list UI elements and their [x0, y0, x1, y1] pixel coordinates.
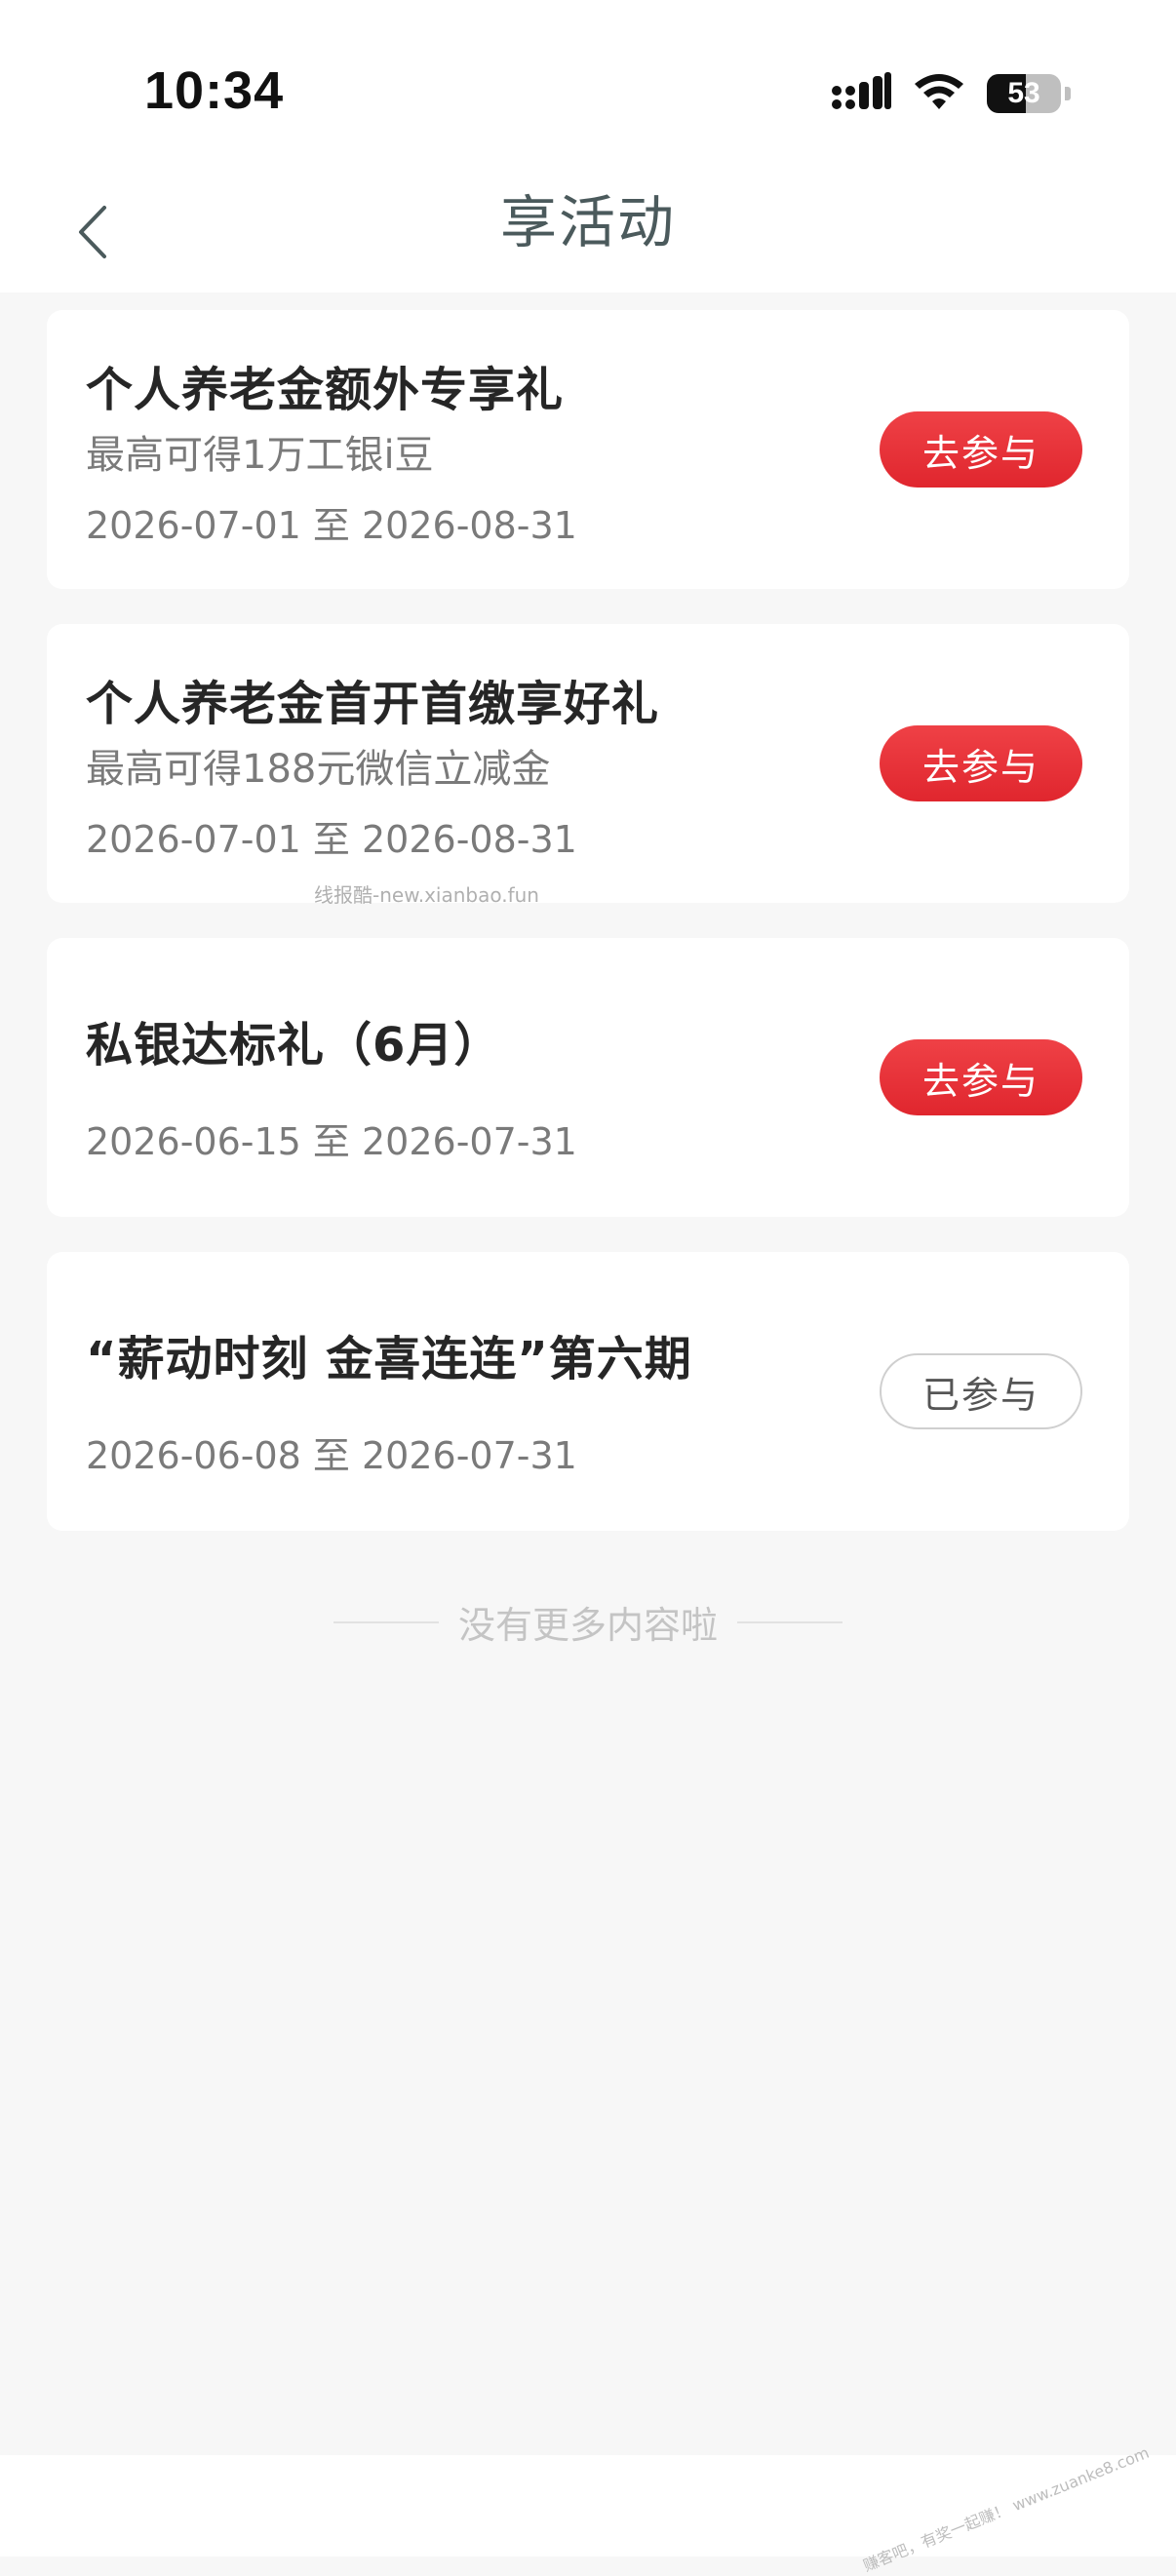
activity-title: 个人养老金首开首缴享好礼 [86, 677, 660, 731]
end-of-list-hint: 没有更多内容啦 [0, 1595, 1176, 1649]
page-title: 享活动 [499, 189, 676, 255]
activity-title: 私银达标礼（6月） [86, 1018, 502, 1073]
activity-title: “薪动时刻 金喜连连”第六期 [86, 1332, 692, 1386]
activity-date: 2026-06-08 至 2026-07-31 [86, 1434, 577, 1477]
activity-date: 2026-07-01 至 2026-08-31 [86, 504, 577, 547]
divider-line [333, 1620, 439, 1623]
status-time: 10:34 [144, 61, 285, 120]
join-button[interactable]: 去参与 [880, 1039, 1082, 1115]
wifi-icon [913, 72, 965, 115]
activity-card: 私银达标礼（6月） 2026-06-15 至 2026-07-31 去参与 [47, 938, 1129, 1217]
activity-card: “薪动时刻 金喜连连”第六期 2026-06-08 至 2026-07-31 已… [47, 1252, 1129, 1531]
signal-icon [831, 72, 891, 115]
battery-cap [1065, 87, 1071, 100]
divider-line [737, 1620, 843, 1623]
nav-bar: 享活动 [0, 176, 1176, 293]
status-icons: 53 [831, 72, 1071, 115]
activity-subtitle: 最高可得1万工银i豆 [86, 433, 434, 478]
battery-body: 53 [987, 74, 1061, 113]
join-button[interactable]: 去参与 [880, 725, 1082, 801]
activity-date: 2026-06-15 至 2026-07-31 [86, 1120, 577, 1163]
joined-button[interactable]: 已参与 [880, 1353, 1082, 1429]
activity-date: 2026-07-01 至 2026-08-31 [86, 818, 577, 861]
watermark-text: 线报酷-new.xianbao.fun [314, 883, 539, 907]
activity-list: 个人养老金额外专享礼 最高可得1万工银i豆 2026-07-01 至 2026-… [47, 310, 1129, 1566]
battery-percent: 53 [1007, 77, 1040, 109]
activity-card: 个人养老金额外专享礼 最高可得1万工银i豆 2026-07-01 至 2026-… [47, 310, 1129, 589]
end-of-list-text: 没有更多内容啦 [457, 1604, 718, 1647]
status-bar: 10:34 53 [0, 0, 1176, 176]
activity-card: 个人养老金首开首缴享好礼 最高可得188元微信立减金 2026-07-01 至 … [47, 624, 1129, 903]
activity-title: 个人养老金额外专享礼 [86, 363, 565, 417]
battery-icon: 53 [987, 74, 1071, 113]
join-button[interactable]: 去参与 [880, 411, 1082, 488]
activity-subtitle: 最高可得188元微信立减金 [86, 747, 551, 792]
